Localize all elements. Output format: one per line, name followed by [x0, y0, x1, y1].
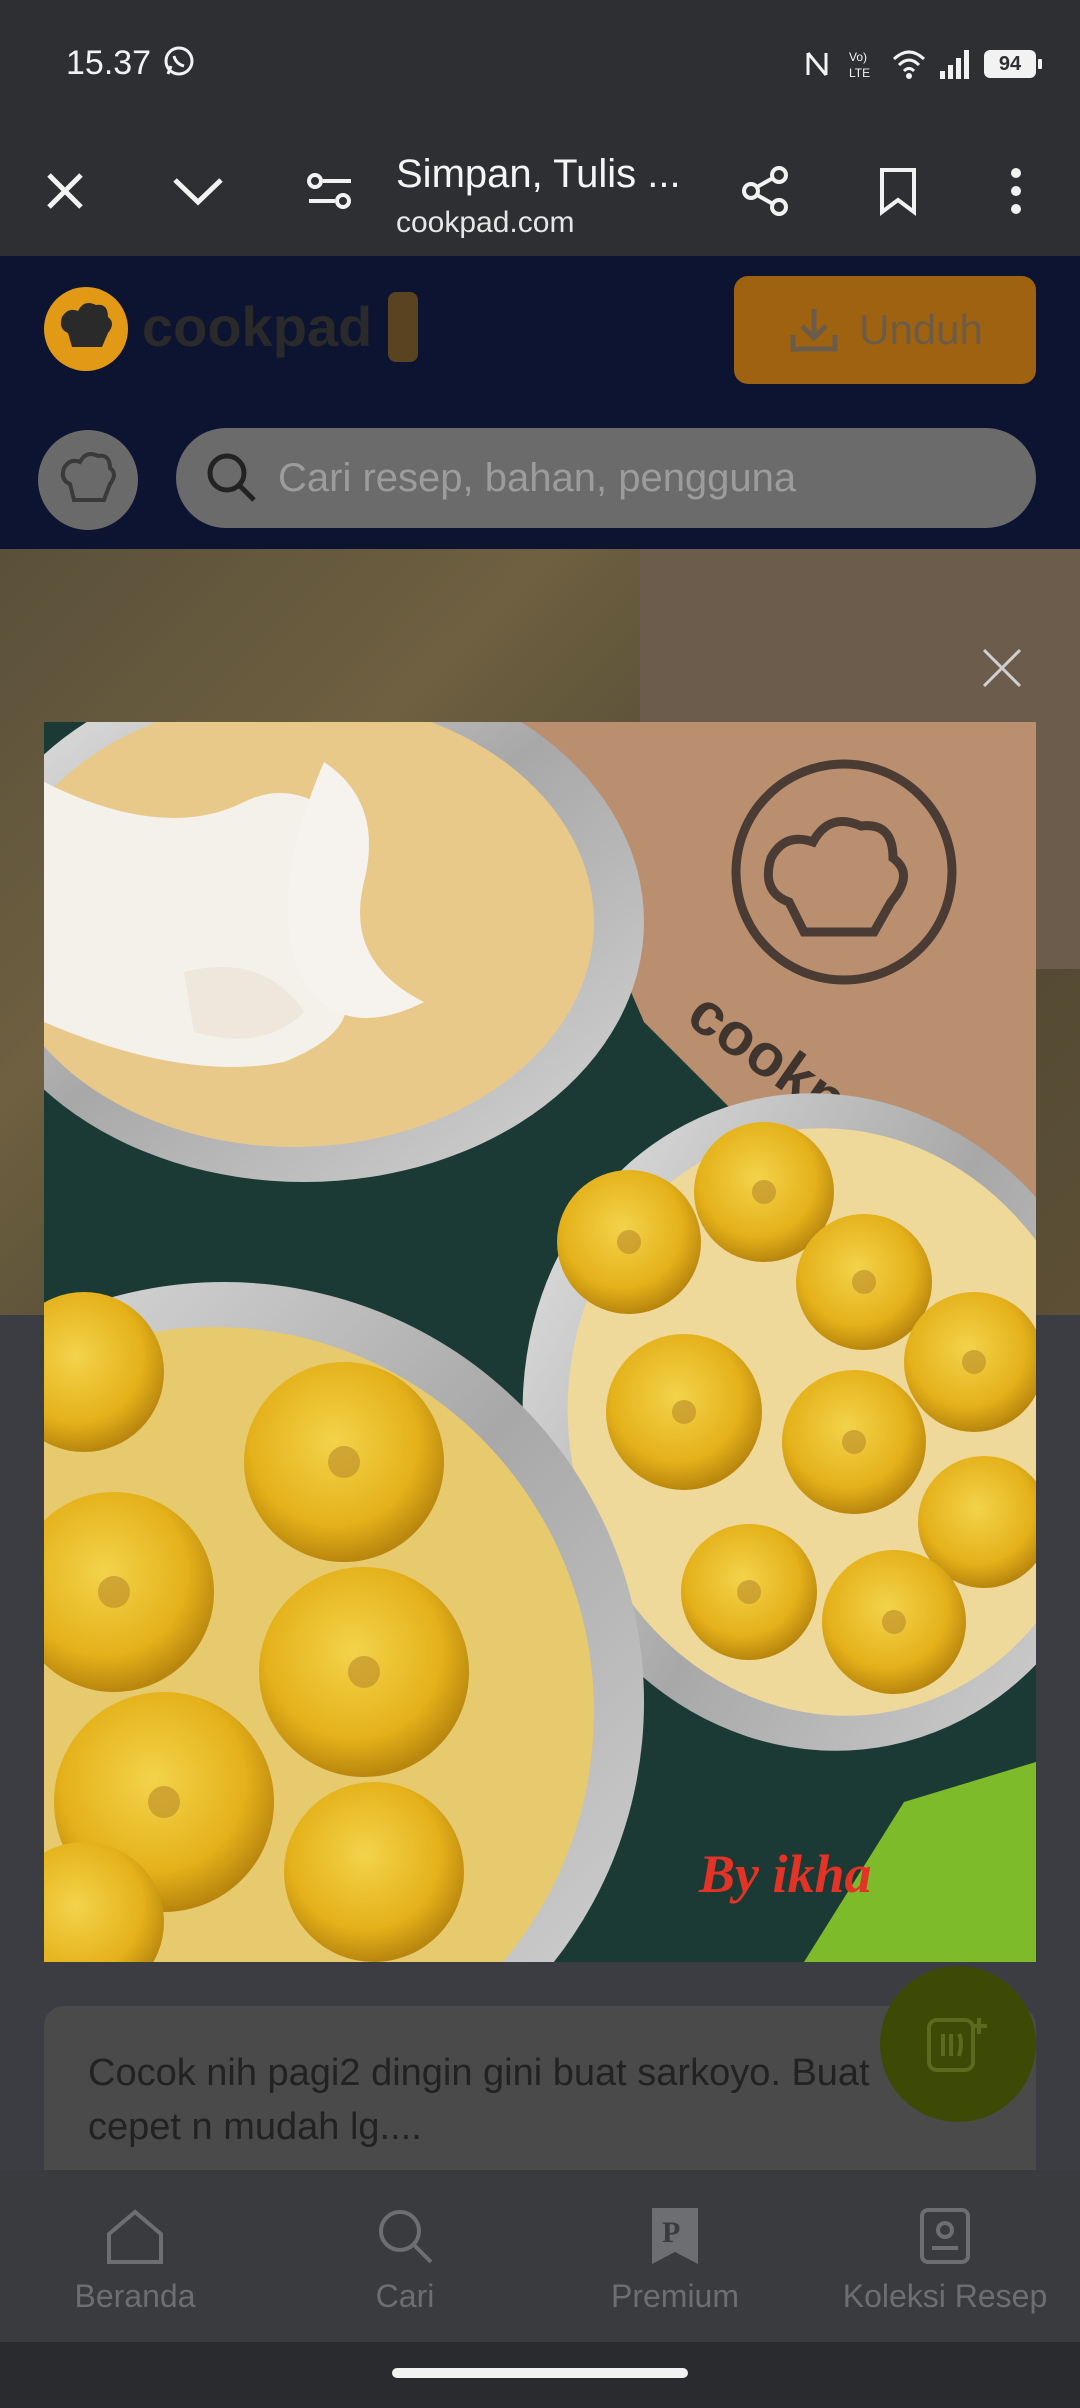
battery-level: 94 — [998, 52, 1022, 75]
page-url: cookpad.com — [396, 206, 575, 239]
minimize-button[interactable] — [163, 156, 233, 226]
recipe-photo: cookpad By ikha — [44, 722, 1036, 1962]
page-title: Simpan, Tulis ... — [396, 152, 681, 196]
bookmark-button[interactable] — [863, 156, 933, 226]
chevron-down-icon — [173, 178, 223, 206]
close-icon — [47, 173, 83, 209]
more-options-button[interactable] — [981, 156, 1051, 226]
recipe-collection-icon — [920, 2208, 970, 2264]
nav-item-premium[interactable]: P Premium — [540, 2170, 810, 2342]
download-app-button[interactable]: Unduh — [734, 276, 1036, 384]
bookmark-icon — [880, 168, 916, 216]
svg-text:P: P — [662, 2216, 680, 2249]
search-placeholder: Cari resep, bahan, pengguna — [278, 455, 797, 500]
user-avatar[interactable] — [38, 430, 138, 530]
status-icons: Vo) LTE 94 — [800, 44, 1042, 84]
battery-icon: 94 — [984, 50, 1042, 78]
premium-icon: P — [652, 2208, 698, 2264]
add-recipe-fab[interactable] — [880, 1966, 1036, 2122]
close-tab-button[interactable] — [30, 156, 100, 226]
recipe-photo-lightbox: cookpad By ikha — [44, 722, 1036, 1962]
nav-item-cari[interactable]: Cari — [270, 2170, 540, 2342]
status-bar: 15.37 Vo) LTE 94 — [0, 0, 1080, 126]
home-gesture-handle[interactable] — [392, 2368, 688, 2378]
custom-tab-toolbar: Simpan, Tulis ... cookpad.com — [0, 126, 1080, 256]
lantern-decoration — [388, 292, 418, 362]
cookpad-logo-text[interactable]: cookpad — [142, 294, 372, 359]
site-header: cookpad Unduh Cari resep, bahan, penggun… — [0, 256, 1080, 549]
status-time: 15.37 — [66, 44, 152, 82]
wifi-icon — [892, 50, 926, 79]
svg-text:LTE: LTE — [849, 66, 870, 80]
svg-text:Vo): Vo) — [849, 50, 867, 64]
nav-label-koleksi-resep: Koleksi Resep — [842, 2278, 1048, 2314]
site-settings-button[interactable] — [295, 156, 365, 226]
nav-label-beranda: Beranda — [74, 2278, 196, 2314]
close-lightbox-icon[interactable] — [980, 646, 1024, 690]
nav-label-cari: Cari — [375, 2278, 435, 2314]
signal-icon — [940, 50, 969, 79]
cookpad-logo-icon[interactable] — [44, 287, 128, 371]
download-label: Unduh — [859, 306, 983, 353]
chef-hat-icon — [60, 452, 116, 502]
more-vert-icon — [1011, 168, 1021, 214]
nav-item-koleksi-resep[interactable]: Koleksi Resep — [810, 2170, 1080, 2342]
bottom-navigation: Beranda Cari P Premium Koleksi Resep — [0, 2170, 1080, 2342]
search-bar[interactable]: Cari resep, bahan, pengguna — [176, 428, 1036, 528]
add-to-plan-icon — [927, 2018, 987, 2072]
gesture-bar — [0, 2342, 1080, 2408]
search-icon — [379, 2210, 433, 2264]
share-button[interactable] — [730, 156, 800, 226]
nav-item-beranda[interactable]: Beranda — [0, 2170, 270, 2342]
whatsapp-icon — [164, 46, 194, 76]
download-icon — [790, 309, 838, 352]
nfc-icon — [806, 52, 828, 76]
home-icon — [107, 2209, 163, 2264]
share-icon — [742, 166, 788, 216]
volte-icon: Vo) LTE — [849, 50, 870, 80]
search-icon — [207, 453, 256, 502]
site-settings-icon — [307, 173, 351, 209]
photo-caption: By ikha — [698, 1844, 872, 1904]
recipe-description: Cocok nih pagi2 dingin gini buat sarkoyo… — [88, 2052, 870, 2148]
nav-label-premium: Premium — [610, 2278, 739, 2314]
